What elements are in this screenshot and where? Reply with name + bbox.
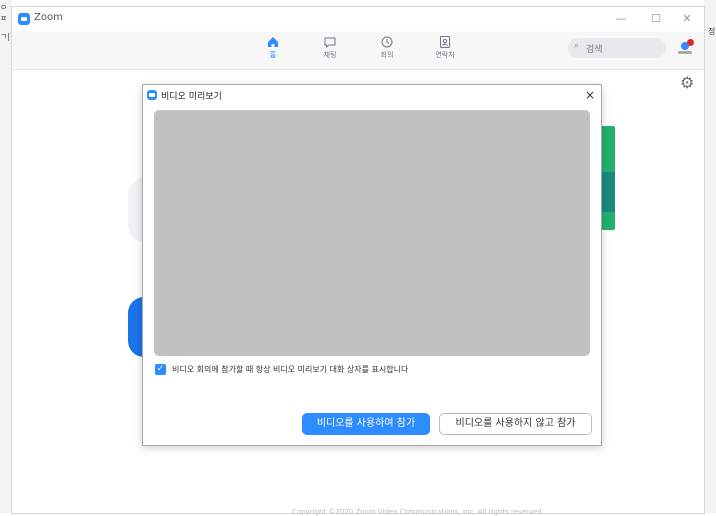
avatar-icon[interactable]: [676, 39, 694, 57]
window-title: Zoom: [34, 12, 63, 23]
dialog-title: 비디오 미리보기: [161, 92, 222, 102]
copyright-text: Copyright ©2020 Zoom Video Communication…: [292, 508, 544, 516]
background-app-right-strip: 정: [704, 0, 716, 513]
join-with-video-button[interactable]: 비디오를 사용하여 참가: [302, 413, 430, 435]
zoom-logo-icon: [147, 90, 157, 100]
search-box[interactable]: ⌕ 검색: [568, 38, 666, 58]
background-text-fragment: ㅇㅍ: [0, 3, 8, 23]
tab-chat[interactable]: 채팅: [310, 35, 350, 65]
minimize-button[interactable]: —: [610, 9, 632, 29]
tab-label: 회의: [380, 51, 394, 59]
background-text-fragment: 정: [708, 27, 716, 36]
background-text-fragment: ㄱ|: [0, 32, 11, 41]
search-placeholder: 검색: [586, 45, 603, 55]
join-without-video-button[interactable]: 비디오를 사용하지 않고 참가: [439, 413, 592, 435]
checkbox-label: 비디오 회의에 참가할 때 항상 비디오 미리보기 대화 상자를 표시합니다: [172, 365, 409, 374]
tab-label: 연락처: [435, 51, 455, 59]
video-preview-area: [154, 110, 590, 356]
clock-icon: [381, 36, 393, 48]
close-icon[interactable]: ×: [582, 87, 598, 103]
tab-label: 홈: [269, 51, 277, 59]
search-icon: ⌕: [574, 41, 580, 51]
checkbox-checked-icon[interactable]: ✓: [155, 364, 166, 375]
maximize-button[interactable]: ☐: [645, 9, 667, 29]
home-icon: [268, 37, 278, 47]
zoom-logo-icon: [18, 13, 30, 25]
gear-icon[interactable]: ⚙: [680, 73, 694, 92]
tab-meetings[interactable]: 회의: [367, 35, 407, 65]
tab-home[interactable]: 홈: [253, 35, 293, 65]
contact-icon: [440, 36, 450, 48]
video-preview-dialog: 비디오 미리보기 × ✓ 비디오 회의에 참가할 때 항상 비디오 미리보기 대…: [142, 84, 602, 446]
background-app-left-strip: ㅇㅍ ㄱ|: [0, 0, 12, 513]
title-bar: Zoom — ☐ ✕: [12, 7, 704, 31]
notification-badge: [687, 39, 694, 46]
chat-icon: [324, 37, 336, 49]
tab-contacts[interactable]: 연락처: [425, 35, 465, 65]
close-window-button[interactable]: ✕: [676, 9, 698, 29]
tab-label: 채팅: [323, 51, 337, 59]
top-navigation-bar: 홈 채팅 회의 연락처 ⌕ 검색: [12, 31, 704, 70]
zoom-window: Zoom — ☐ ✕ 홈 채팅 회의 연락처 ⌕ 검색 ⚙ Copyright …: [12, 7, 704, 516]
